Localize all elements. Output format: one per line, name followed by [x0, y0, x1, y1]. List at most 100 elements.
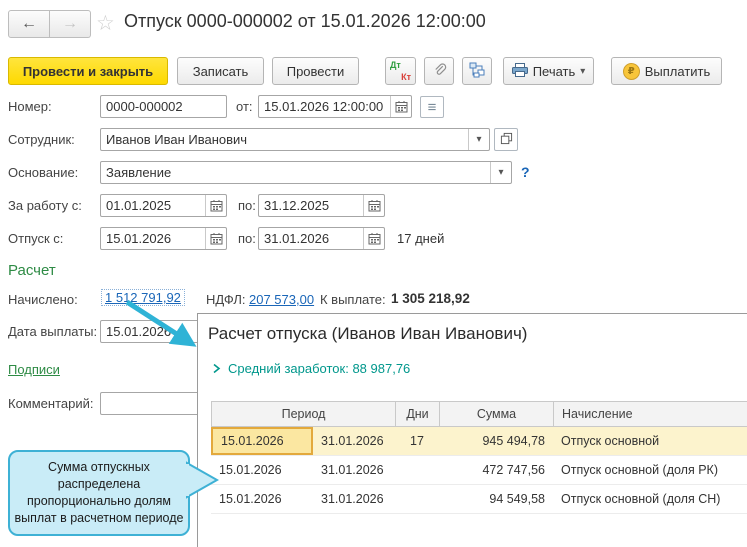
printer-icon [511, 62, 528, 80]
table-row[interactable]: 15.01.2026 31.01.2026 17 945 494,78 Отпу… [211, 427, 747, 456]
forward-button[interactable]: → [50, 10, 91, 38]
comment-label: Комментарий: [8, 396, 94, 411]
basis-label: Основание: [8, 165, 79, 180]
calc-section-title: Расчет [8, 262, 56, 279]
nav-history-group: ← → [8, 10, 91, 38]
back-icon: ← [21, 15, 37, 32]
work-period-label: За работу с: [8, 198, 82, 213]
cell-date-to[interactable]: 31.01.2026 [313, 427, 395, 455]
avg-earnings-text: Средний заработок: 88 987,76 [228, 361, 411, 376]
work-to-value: 31.12.2025 [264, 198, 330, 213]
back-button[interactable]: ← [8, 10, 50, 38]
payout-amount: 1 305 218,92 [391, 291, 470, 306]
accrued-label: Начислено: [8, 292, 78, 307]
payment-date-label: Дата выплаты: [8, 324, 98, 339]
cell-accrual[interactable]: Отпуск основной (доля СН) [553, 485, 747, 513]
document-structure-button[interactable] [462, 57, 492, 85]
employee-input[interactable]: Иванов Иван Иванович ▾ [100, 128, 490, 151]
post-label: Провести [286, 63, 345, 79]
calendar-icon[interactable] [363, 228, 384, 249]
cell-sum[interactable]: 94 549,58 [439, 485, 553, 513]
cell-days[interactable] [395, 456, 439, 484]
annotation-arrow-icon [125, 299, 197, 347]
ruble-coin-icon: ₽ [622, 62, 640, 80]
ndfl-label: НДФЛ: [206, 292, 246, 307]
col-sum[interactable]: Сумма [440, 402, 554, 426]
number-menu-button[interactable]: ≡ [420, 96, 444, 118]
cell-date-from[interactable]: 15.01.2026 [211, 456, 313, 484]
vacation-to-label: по: [238, 231, 256, 246]
calendar-icon[interactable] [390, 96, 411, 117]
cell-sum[interactable]: 472 747,56 [439, 456, 553, 484]
pay-button[interactable]: ₽ Выплатить [611, 57, 722, 85]
work-from-value: 01.01.2025 [106, 198, 172, 213]
document-date-input[interactable]: 15.01.2026 12:00:00 [258, 95, 412, 118]
col-accrual[interactable]: Начисление [554, 402, 747, 426]
cell-date-to[interactable]: 31.01.2026 [313, 485, 395, 513]
col-period[interactable]: Период [212, 402, 396, 426]
paperclip-icon [432, 62, 447, 80]
cell-date-from[interactable]: 15.01.2026 [211, 485, 313, 513]
favorite-star-icon[interactable]: ☆ [96, 11, 115, 36]
pay-label: Выплатить [644, 63, 711, 79]
print-button[interactable]: Печать ▾ [503, 57, 594, 85]
basis-dropdown-icon[interactable]: ▾ [490, 162, 511, 183]
forward-icon: → [62, 15, 78, 32]
callout-bubble: Сумма отпускных распределена пропорциона… [8, 450, 190, 536]
attachments-button[interactable] [424, 57, 454, 85]
table-row[interactable]: 15.01.2026 31.01.2026 94 549,58 Отпуск о… [211, 485, 747, 514]
employee-value: Иванов Иван Иванович [106, 132, 248, 147]
number-value: 0000-000002 [106, 99, 183, 114]
basis-input[interactable]: Заявление ▾ [100, 161, 512, 184]
post-and-close-label: Провести и закрыть [22, 63, 154, 79]
dt-kt-button[interactable]: Дт Кт [385, 57, 416, 85]
basis-help-icon[interactable]: ? [521, 164, 530, 180]
calendar-icon[interactable] [205, 228, 226, 249]
cell-accrual[interactable]: Отпуск основной [553, 427, 747, 455]
vacation-to-input[interactable]: 31.01.2026 [258, 227, 385, 250]
open-form-icon [500, 132, 513, 148]
employee-open-button[interactable] [494, 128, 518, 151]
work-from-input[interactable]: 01.01.2025 [100, 194, 227, 217]
post-and-close-button[interactable]: Провести и закрыть [8, 57, 168, 85]
calendar-icon[interactable] [205, 195, 226, 216]
document-date-value: 15.01.2026 12:00:00 [264, 99, 384, 114]
vacation-calc-popup: Расчет отпуска (Иванов Иван Иванович) Ср… [197, 313, 747, 547]
write-label: Записать [192, 63, 249, 79]
table-row[interactable]: 15.01.2026 31.01.2026 472 747,56 Отпуск … [211, 456, 747, 485]
col-days[interactable]: Дни [396, 402, 440, 426]
write-button[interactable]: Записать [177, 57, 264, 85]
vacation-from-value: 15.01.2026 [106, 231, 172, 246]
work-to-input[interactable]: 31.12.2025 [258, 194, 385, 217]
cell-date-to[interactable]: 31.01.2026 [313, 456, 395, 484]
popup-title: Расчет отпуска (Иванов Иван Иванович) [208, 324, 528, 343]
cell-sum[interactable]: 945 494,78 [439, 427, 553, 455]
cell-days[interactable]: 17 [395, 427, 439, 455]
ndfl-amount-link[interactable]: 207 573,00 [249, 292, 314, 307]
cell-date-from[interactable]: 15.01.2026 [211, 427, 313, 455]
table-header-row: Период Дни Сумма Начисление [211, 401, 747, 427]
employee-dropdown-icon[interactable]: ▾ [468, 129, 489, 150]
avg-earnings-link[interactable]: Средний заработок: 88 987,76 [212, 361, 410, 376]
number-input[interactable]: 0000-000002 [100, 95, 227, 118]
menu-icon: ≡ [427, 98, 437, 116]
work-to-label: по: [238, 198, 256, 213]
post-button[interactable]: Провести [272, 57, 359, 85]
structure-icon [469, 62, 485, 81]
vacation-period-label: Отпуск с: [8, 231, 64, 246]
dt-kt-icon: Дт Кт [390, 60, 411, 82]
payout-label: К выплате: [320, 292, 386, 307]
number-label: Номер: [8, 99, 52, 114]
calendar-icon[interactable] [363, 195, 384, 216]
employee-label: Сотрудник: [8, 132, 75, 147]
cell-days[interactable] [395, 485, 439, 513]
print-dropdown-icon: ▾ [580, 65, 586, 77]
signatures-link[interactable]: Подписи [8, 362, 60, 377]
vacation-document-window: ← → ☆ Отпуск 0000-000002 от 15.01.2026 1… [0, 0, 747, 547]
vacation-from-input[interactable]: 15.01.2026 [100, 227, 227, 250]
vacation-days-text: 17 дней [397, 231, 445, 246]
cell-accrual[interactable]: Отпуск основной (доля РК) [553, 456, 747, 484]
basis-value: Заявление [106, 165, 172, 180]
date-from-label: от: [236, 99, 253, 114]
vacation-to-value: 31.01.2026 [264, 231, 330, 246]
